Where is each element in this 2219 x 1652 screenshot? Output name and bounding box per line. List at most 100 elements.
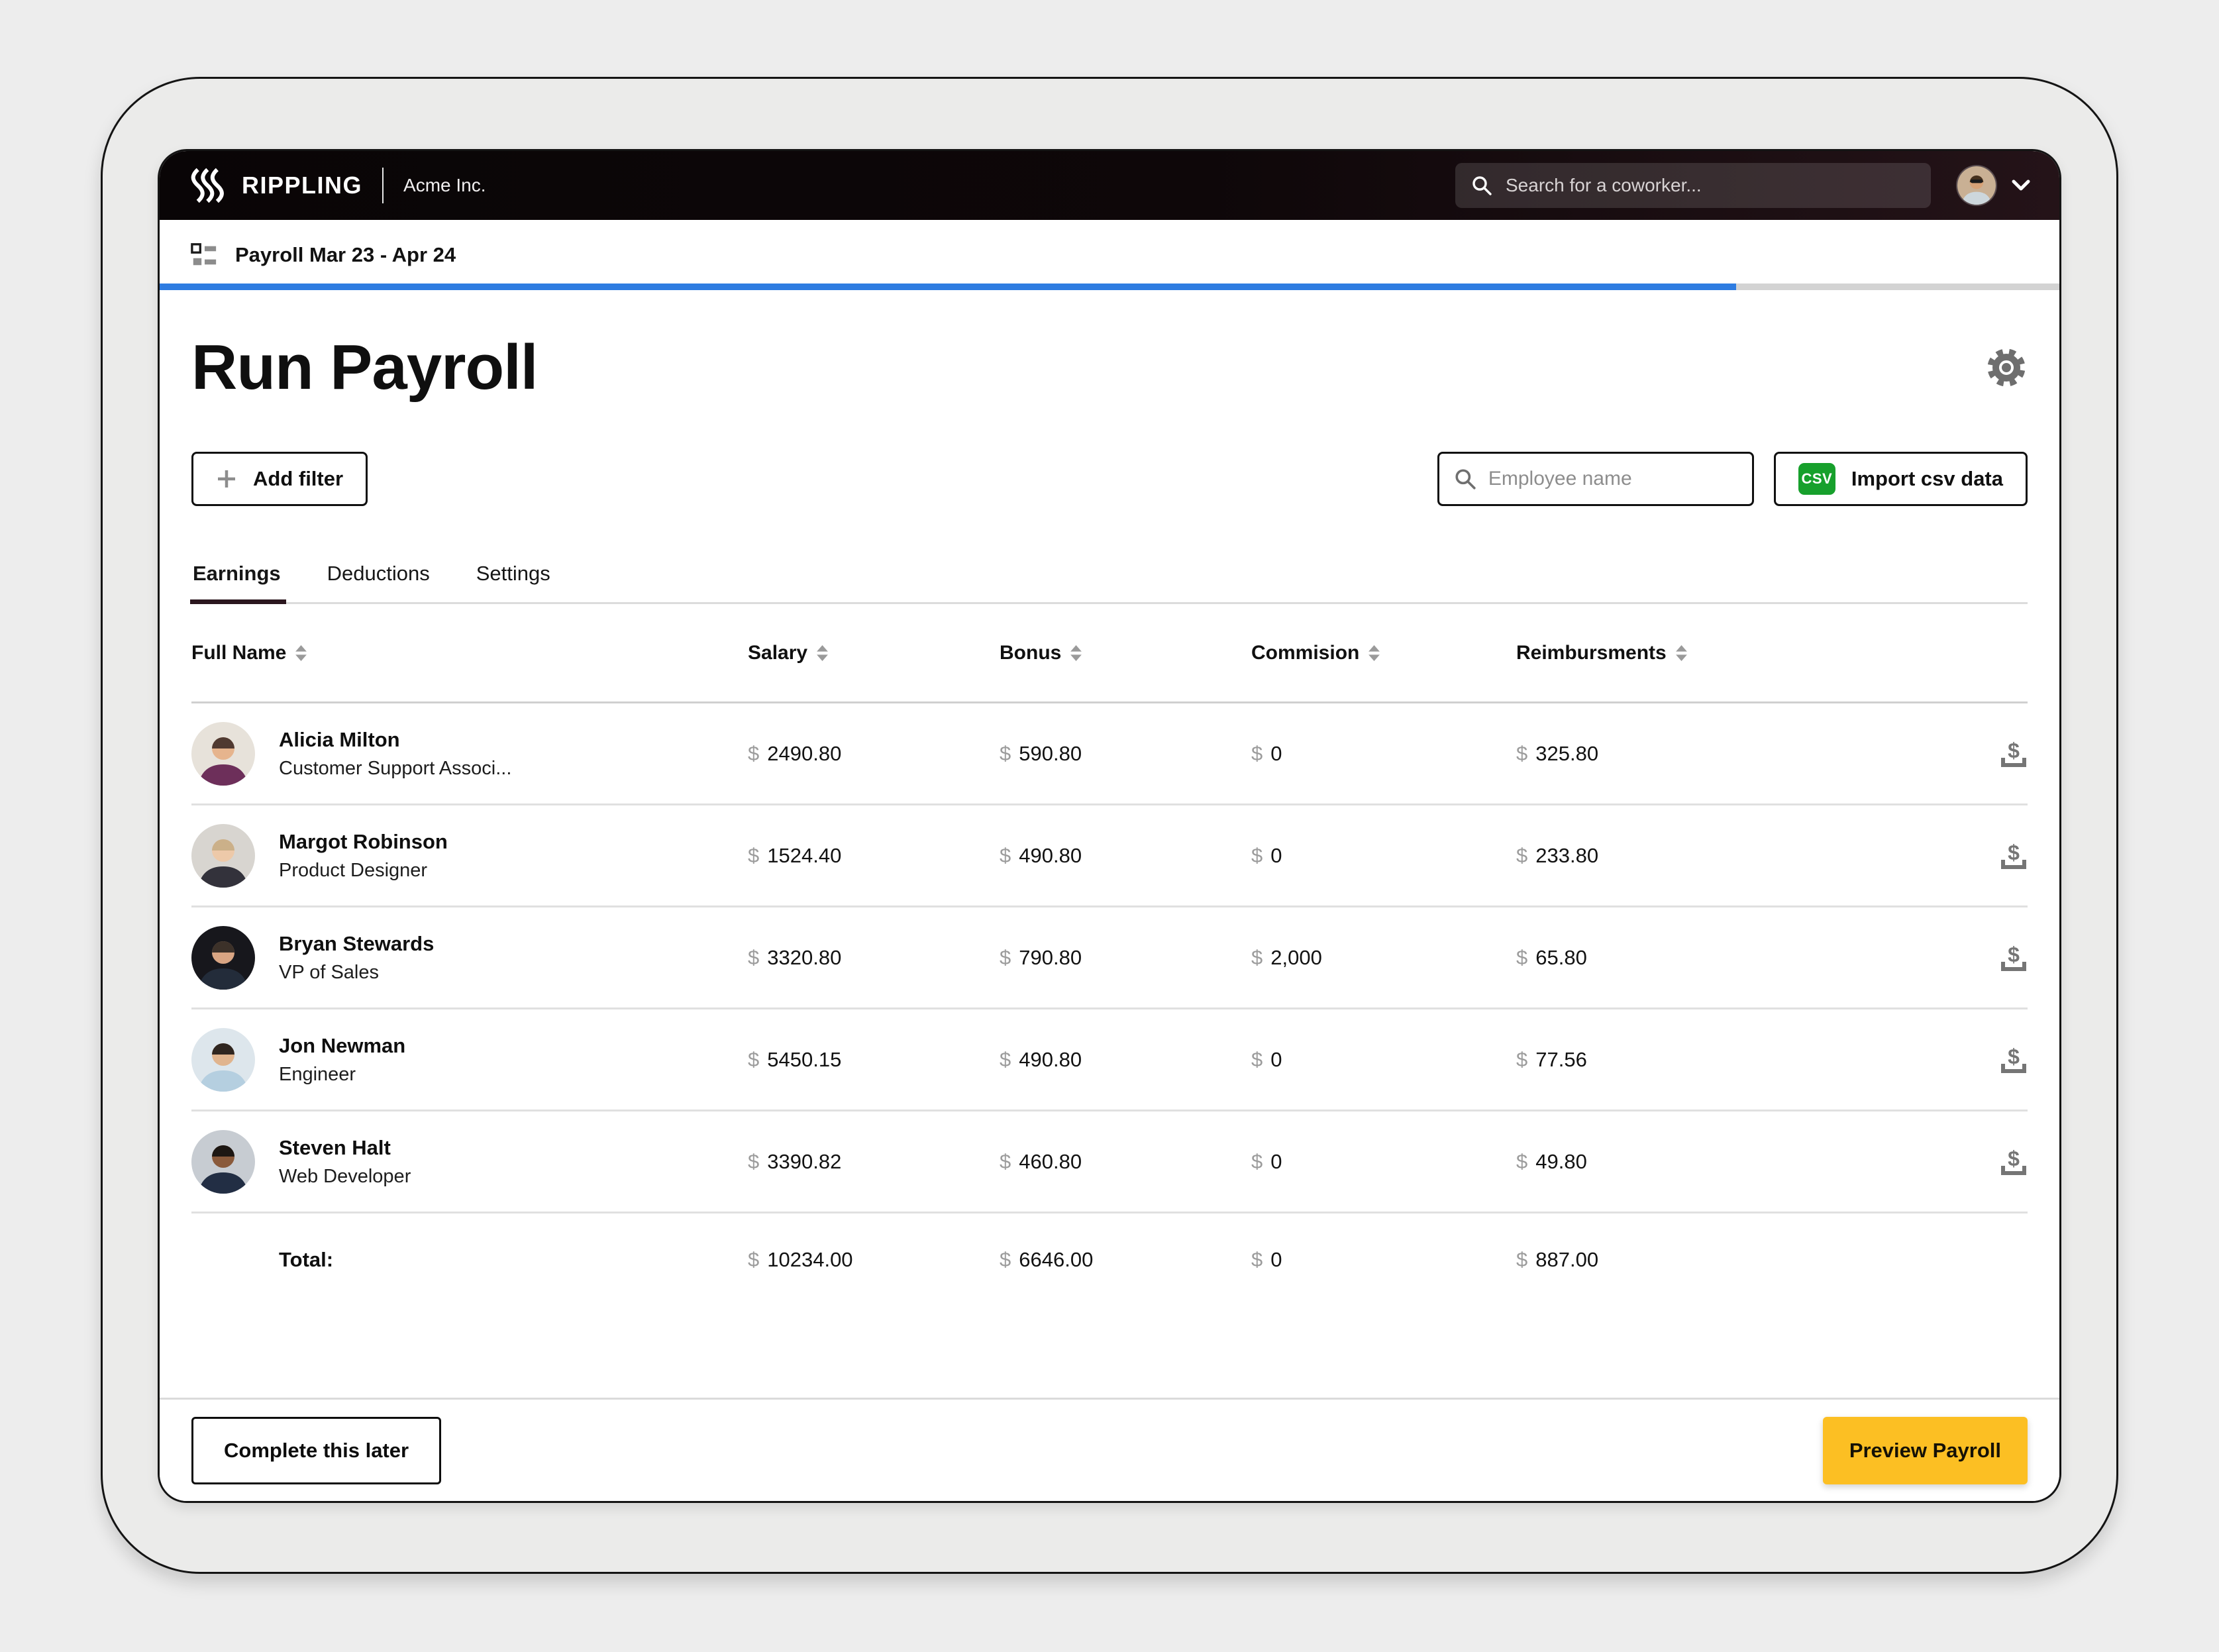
gear-icon: [1985, 346, 2028, 389]
total-label: Total:: [191, 1248, 748, 1272]
divider: [382, 168, 384, 203]
reimbursements-cell: $ 77.56: [1516, 1048, 1976, 1072]
brand-name: RIPPLING: [242, 172, 362, 199]
dollar-tray-icon: $: [1998, 739, 2029, 769]
tab-deductions[interactable]: Deductions: [326, 562, 431, 586]
bonus-cell: $ 460.80: [1000, 1150, 1251, 1174]
reimbursements-cell: $ 65.80: [1516, 946, 1976, 970]
currency-symbol: $: [1516, 1150, 1527, 1174]
employee-text: Alicia Milton Customer Support Associ...: [279, 728, 511, 780]
user-avatar[interactable]: [1957, 166, 1996, 205]
employee-cell: Jon Newman Engineer: [191, 1028, 748, 1092]
table-header-row: Full Name Salary Bonus: [191, 604, 2028, 703]
employee-avatar: [191, 926, 255, 990]
preview-payroll-button[interactable]: Preview Payroll: [1823, 1417, 2028, 1484]
table-body: Alicia Milton Customer Support Associ...…: [191, 703, 2028, 1213]
tab-earnings[interactable]: Earnings: [191, 562, 282, 586]
total-bonus-value: 6646.00: [1019, 1248, 1093, 1272]
total-reimbursements-cell: $ 887.00: [1516, 1248, 1976, 1272]
currency-symbol: $: [1516, 1048, 1527, 1072]
bonus-cell: $ 590.80: [1000, 742, 1251, 766]
table-row: Steven Halt Web Developer $ 3390.82 $ 46…: [191, 1111, 2028, 1213]
progress-fill: [160, 284, 1736, 290]
table-row: Margot Robinson Product Designer $ 1524.…: [191, 805, 2028, 907]
deposit-pay-button[interactable]: $: [1998, 1045, 2033, 1075]
column-header-salary[interactable]: Salary: [748, 642, 1000, 664]
sort-icon[interactable]: [1676, 645, 1687, 661]
employee-role: Web Developer: [279, 1166, 411, 1188]
svg-text:$: $: [2008, 1147, 2020, 1170]
right-tools: Employee name CSV Import csv data: [1437, 452, 2028, 506]
person-icon: [191, 1028, 255, 1092]
employee-avatar: [191, 824, 255, 888]
table-row: Alicia Milton Customer Support Associ...…: [191, 703, 2028, 805]
currency-symbol: $: [748, 1150, 759, 1174]
reimbursements-cell: $ 233.80: [1516, 844, 1976, 868]
total-salary-cell: $ 10234.00: [748, 1248, 1000, 1272]
sort-icon[interactable]: [817, 645, 828, 661]
column-label: Commision: [1251, 642, 1359, 664]
chevron-down-icon[interactable]: [2012, 180, 2030, 191]
total-salary-value: 10234.00: [767, 1248, 852, 1272]
employee-avatar: [191, 722, 255, 786]
column-header-reimbursements[interactable]: Reimbursments: [1516, 642, 1976, 664]
employee-role: VP of Sales: [279, 962, 434, 984]
salary-value: 2490.80: [767, 742, 841, 766]
column-header-commission[interactable]: Commision: [1251, 642, 1516, 664]
salary-value: 3390.82: [767, 1150, 841, 1174]
person-icon: [191, 1130, 255, 1194]
employee-cell: Steven Halt Web Developer: [191, 1130, 748, 1194]
employee-role: Product Designer: [279, 860, 448, 882]
add-filter-button[interactable]: Add filter: [191, 452, 368, 506]
salary-cell: $ 1524.40: [748, 844, 1000, 868]
sort-icon[interactable]: [1070, 645, 1082, 661]
column-header-bonus[interactable]: Bonus: [1000, 642, 1251, 664]
sort-icon[interactable]: [295, 645, 307, 661]
commission-cell: $ 0: [1251, 1150, 1516, 1174]
footer-bar: Complete this later Preview Payroll: [160, 1398, 2059, 1501]
currency-symbol: $: [1516, 1248, 1527, 1272]
employee-name: Steven Halt: [279, 1136, 411, 1160]
progress-track: [160, 284, 2059, 290]
salary-cell: $ 5450.15: [748, 1048, 1000, 1072]
reimbursements-cell: $ 325.80: [1516, 742, 1976, 766]
person-icon: [191, 824, 255, 888]
import-csv-button[interactable]: CSV Import csv data: [1774, 452, 2028, 506]
currency-symbol: $: [1251, 1048, 1263, 1072]
column-header-full-name[interactable]: Full Name: [191, 642, 748, 664]
total-reimbursements-value: 887.00: [1535, 1248, 1598, 1272]
deposit-pay-button[interactable]: $: [1998, 841, 2033, 871]
bonus-cell: $ 490.80: [1000, 844, 1251, 868]
svg-text:$: $: [2008, 943, 2020, 966]
deposit-pay-button[interactable]: $: [1998, 739, 2033, 769]
sort-icon[interactable]: [1368, 645, 1380, 661]
employee-text: Steven Halt Web Developer: [279, 1136, 411, 1188]
coworker-search-input[interactable]: Search for a coworker...: [1455, 163, 1931, 208]
tab-settings[interactable]: Settings: [475, 562, 552, 586]
currency-symbol: $: [748, 742, 759, 766]
bonus-value: 490.80: [1019, 1048, 1082, 1072]
coworker-search-placeholder: Search for a coworker...: [1506, 175, 1702, 196]
employee-name-input[interactable]: Employee name: [1437, 452, 1754, 506]
deposit-pay-button[interactable]: $: [1998, 1147, 2033, 1177]
currency-symbol: $: [1251, 844, 1263, 868]
dollar-tray-icon: $: [1998, 943, 2029, 973]
complete-this-later-button[interactable]: Complete this later: [191, 1417, 441, 1484]
rippling-logo[interactable]: RIPPLING: [189, 166, 362, 205]
desktop-background: RIPPLING Acme Inc. Search for a coworker…: [0, 0, 2219, 1652]
currency-symbol: $: [1000, 1048, 1011, 1072]
import-csv-label: Import csv data: [1851, 467, 2003, 491]
employee-role: Engineer: [279, 1064, 405, 1086]
page-title: Run Payroll: [191, 331, 537, 404]
currency-symbol: $: [1251, 1248, 1263, 1272]
deposit-pay-button[interactable]: $: [1998, 943, 2033, 973]
dollar-tray-icon: $: [1998, 1147, 2029, 1177]
employee-text: Jon Newman Engineer: [279, 1034, 405, 1086]
commission-value: 0: [1270, 1048, 1282, 1072]
toolbar: Add filter Employee name CSV Impo: [191, 452, 2028, 506]
settings-button[interactable]: [1985, 346, 2028, 389]
breadcrumb-label: Payroll Mar 23 - Apr 24: [235, 243, 456, 267]
dollar-tray-icon: $: [1998, 841, 2029, 871]
total-commission-cell: $ 0: [1251, 1248, 1516, 1272]
top-nav-bar: RIPPLING Acme Inc. Search for a coworker…: [160, 151, 2059, 220]
